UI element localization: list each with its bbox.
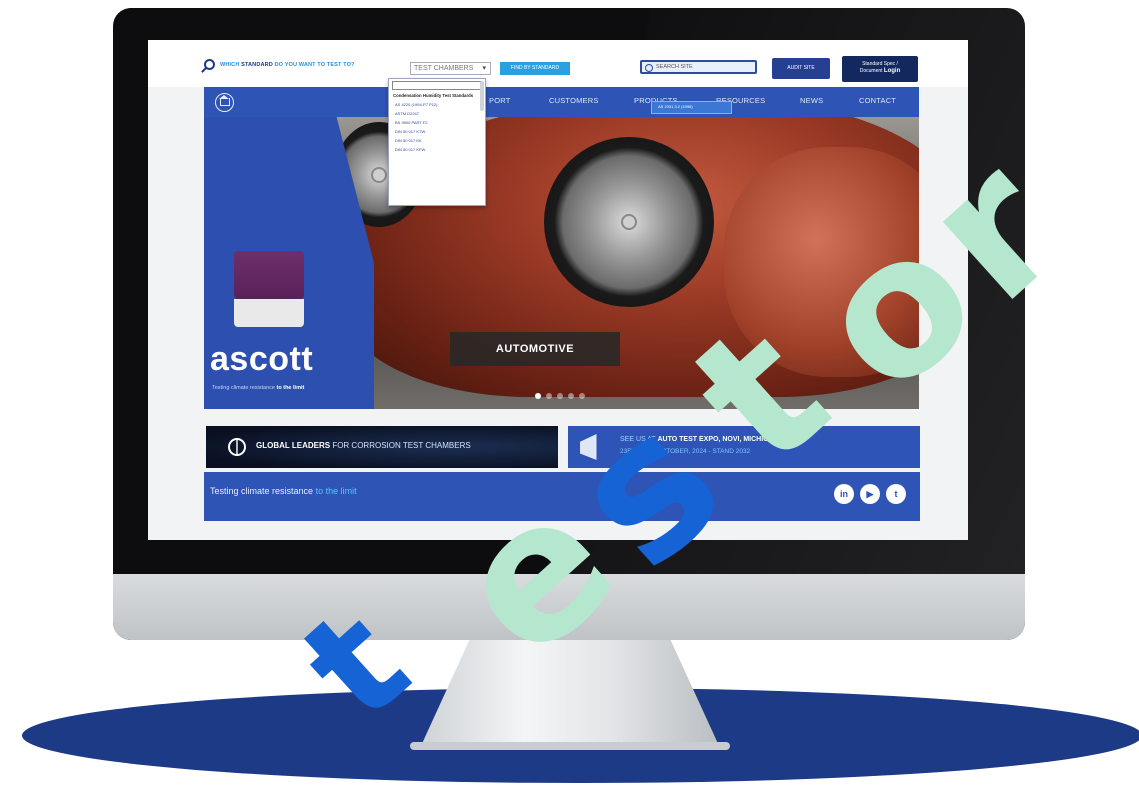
dropdown-filter-input[interactable] [392,81,482,90]
ascott-logo: ascott [210,340,314,378]
main-nav: PORT CUSTOMERS PRODUCTS RESOURCES NEWS C… [204,87,919,117]
audit-site-button[interactable]: AUDIT SITE [772,58,830,79]
slider-dot[interactable] [568,393,574,399]
megaphone-icon [580,434,597,460]
dropdown-option[interactable]: DIN 50 017 KK [389,136,485,145]
youtube-icon[interactable]: ▶ [860,484,880,504]
website-screen: WHICH STANDARD DO YOU WANT TO TEST TO? T… [148,40,968,540]
slider-dot[interactable] [546,393,552,399]
desktop-monitor-mockup: WHICH STANDARD DO YOU WANT TO TEST TO? T… [0,0,1139,787]
footer-tagline: Testing climate resistance to the limit [210,486,357,496]
dropdown-option[interactable]: DIN 50 017 KFW [389,145,485,154]
dropdown-option[interactable]: AS 4220 (1994-P7 P12) [389,100,485,109]
car-wheel-front [544,137,714,307]
standard-search-prompt: WHICH STANDARD DO YOU WANT TO TEST TO? [204,59,355,70]
site-search-input[interactable]: SEARCH SITE [640,60,757,74]
standards-dropdown-list: Condensation Humidity Test Standards AS … [388,78,732,206]
dropdown-scrollbar[interactable] [480,81,484,111]
chevron-down-icon: ▾ [482,65,486,72]
nav-item-customers[interactable]: CUSTOMERS [549,96,599,105]
linkedin-icon[interactable]: in [834,484,854,504]
search-icon [645,64,653,72]
home-icon[interactable] [215,93,234,112]
slider-dots [535,393,585,399]
slider-dot[interactable] [579,393,585,399]
hero-slider: ascott Testing climate resistance to the… [204,117,919,409]
global-leaders-banner[interactable]: GLOBAL LEADERS FOR CORROSION TEST CHAMBE… [206,426,558,468]
monitor-chin [113,574,1025,640]
nav-item-contact[interactable]: CONTACT [859,96,896,105]
nav-item-news[interactable]: NEWS [800,96,823,105]
dropdown-option[interactable]: AS 2331.3.2 (1998) [651,101,732,114]
dropdown-option[interactable]: BS 3900 PART F2 [389,118,485,127]
slide-caption[interactable]: AUTOMOTIVE [450,332,620,366]
test-chamber-image [234,251,304,299]
expo-banner[interactable]: SEE US AT AUTO TEST EXPO, NOVI, MICHIGAN… [568,426,920,468]
slider-dot[interactable] [557,393,563,399]
slider-dot[interactable] [535,393,541,399]
footer-strip: Testing climate resistance to the limit … [204,472,920,521]
dropdown-option[interactable]: DIN 50 017 KTW [389,127,485,136]
find-by-standard-button[interactable]: FIND BY STANDARD [500,62,570,75]
monitor-stand [420,630,720,748]
hero-tagline: Testing climate resistance to the limit [212,385,305,391]
dropdown-option[interactable]: ASTM D2247 [389,109,485,118]
twitter-icon[interactable]: t [886,484,906,504]
monitor-stand-foot [410,742,730,750]
globe-icon [228,438,246,456]
search-icon [204,59,215,70]
document-login-button[interactable]: Standard Spec / Document Login [842,56,918,82]
top-bar: WHICH STANDARD DO YOU WANT TO TEST TO? T… [148,40,968,87]
nav-item-support[interactable]: PORT [489,96,511,105]
dropdown-group-label: Condensation Humidity Test Standards [393,93,474,98]
test-chambers-select[interactable]: TEST CHAMBERS ▾ [410,62,491,75]
